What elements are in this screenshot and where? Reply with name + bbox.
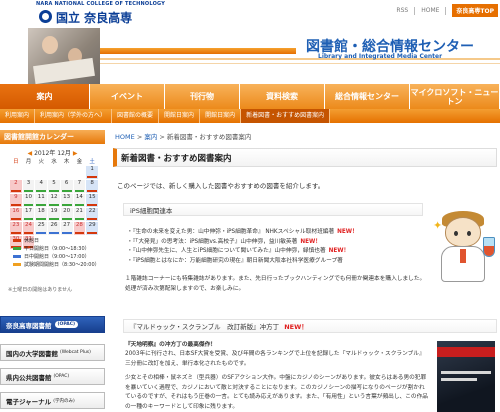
calendar-title: 図書館開館カレンダー [0, 130, 105, 144]
calendar-day [21, 165, 36, 180]
weekday-header: 土 [85, 156, 99, 166]
calendar-day: 20 [59, 207, 74, 222]
nav-publications[interactable]: 刊行物 [165, 84, 240, 109]
calendar-day: 13 [59, 193, 74, 208]
site-title-en: Library and Integrated Media Center [318, 53, 443, 60]
calendar-day: 19 [47, 207, 61, 222]
calendar-day [47, 165, 61, 180]
subnav-overview[interactable]: 図書館の概要 [112, 109, 160, 123]
sidebar: 図書館開館カレンダー ◀ 2012年 12月 ▶ 日 月 火 水 木 金 土 1… [0, 123, 110, 412]
header-photo [28, 28, 100, 84]
header-decoration-bar [100, 48, 296, 54]
scientist-mascot-image: ✦ [431, 211, 497, 291]
calendar-note: ※土曜日の開館はありません [8, 287, 73, 293]
calendar-day: 27 [59, 221, 74, 236]
weekday-header: 日 [9, 156, 23, 166]
subnav-usage[interactable]: 利用案内 [0, 109, 36, 123]
calendar-day: 24 [21, 221, 36, 236]
global-nav: 案内 イベント 刊行物 資料検索 総合情報センター マイクロソフト・ニュートン [0, 84, 500, 109]
weekday-header: 火 [34, 156, 49, 166]
article-paragraph-2: 少女とその相棒・鼠ネズミ（型兵器）のSFアクション大作。中盤にカジノのシーンがあ… [125, 375, 428, 410]
calendar-day: 3 [21, 179, 36, 194]
calendar-day [72, 165, 87, 180]
list-item[interactable]: ・『iPS細胞とはなにか：万能細胞研究の現在』朝日新聞大阪本社科学医療グループ著 [127, 257, 358, 267]
main-content: HOME > 案内 > 新着図書・おすすめ図書案内 新着図書・おすすめ図書案内 … [113, 123, 500, 412]
weekday-header: 木 [59, 156, 74, 166]
calendar-day [9, 165, 23, 180]
subnav-opening-days[interactable]: 開館日案内 [159, 109, 201, 123]
page-title: 新着図書・おすすめ図書案内 [121, 153, 232, 164]
nav-events[interactable]: イベント [90, 84, 165, 109]
calendar-legend: 休館日 平日開館日（9:00〜18:30） 日中開館日（9:00〜17:00） … [13, 236, 105, 268]
calendar-day: 23 [9, 221, 23, 236]
book-list: ・『生命の未来を変えた男：山中伸弥・iPS細胞革命』 NHKスペシャル取材班編著… [127, 228, 358, 266]
legend-item: 試験期間開館日（8:30〜20:00） [13, 260, 105, 268]
legend-item: 日中開館日（9:00〜17:00） [13, 252, 105, 260]
calendar-day: 21 [72, 207, 87, 222]
calendar-day: 7 [72, 179, 87, 194]
home-link[interactable]: HOME [421, 7, 439, 14]
calendar-day [59, 165, 74, 180]
breadcrumb: HOME > 案内 > 新着図書・おすすめ図書案内 [115, 133, 252, 141]
breadcrumb-guide[interactable]: 案内 [144, 133, 157, 141]
list-item[interactable]: ・『生命の未来を変えた男：山中伸弥・iPS細胞革命』 NHKスペシャル取材班編著… [127, 228, 358, 238]
page-title-box: 新着図書・おすすめ図書案内 [113, 148, 497, 167]
weekday-header: 金 [72, 156, 87, 166]
list-item[interactable]: ・『「大発見」の思考法：iPS細胞vs.高校子』山中伸弥，益川敏英著 NEW！ [127, 238, 358, 248]
calendar-day: 2 [9, 179, 23, 194]
top-links: RSS HOME 奈良高専TOP [396, 4, 498, 17]
public-libraries-link[interactable]: 県内公共図書館 (OPAC) [0, 368, 105, 385]
calendar-day: 25 [34, 221, 49, 236]
college-logo-icon[interactable] [39, 10, 52, 23]
calendar-day: 29 [85, 221, 99, 236]
nav-information-center[interactable]: 総合情報センター [325, 84, 410, 109]
calendar-day: 17 [21, 207, 36, 222]
sub-nav: 利用案内 利用案内（学外の方へ） 図書館の概要 開館日案内 開館日案内 新着図書… [0, 109, 500, 123]
breadcrumb-current: 新着図書・おすすめ図書案内 [166, 133, 252, 141]
calendar-day: 9 [9, 193, 23, 208]
subnav-new-books[interactable]: 新着図書・おすすめ図書案内 [241, 109, 331, 123]
calendar-day: 14 [72, 193, 87, 208]
site-header: NARA NATIONAL COLLEGE OF TECHNOLOGY 国立 奈… [0, 0, 500, 84]
calendar-day: 18 [34, 207, 49, 222]
weekday-header: 水 [47, 156, 61, 166]
article-title: 『マルドゥック・スクランブル 改訂新版』冲方丁 NEW！ [123, 319, 497, 333]
calendar-day [34, 165, 49, 180]
calendar-day: 26 [47, 221, 61, 236]
list-item[interactable]: ・『山中伸弥先生に、人生とiPS細胞について聞いてみた』山中伸弥，緑慎也著 NEW… [127, 247, 358, 257]
e-journal-link[interactable]: 電子ジャーナル (学内のみ) [0, 392, 105, 409]
legend-item: 休館日 [13, 236, 105, 244]
section-ips-description: １階雑誌コーナーにも特集雑誌があります。また、先日行ったブックハンティングでも何… [125, 276, 426, 292]
legend-item: 平日開館日（9:00〜18:30） [13, 244, 105, 252]
calendar-day: 22 [85, 207, 99, 222]
calendar-day: 1 [85, 165, 99, 180]
calendar-day: 16 [9, 207, 23, 222]
nav-microsoft-newton[interactable]: マイクロソフト・ニュートン [410, 84, 500, 109]
calendar-day: 8 [85, 179, 99, 194]
breadcrumb-home[interactable]: HOME [115, 133, 135, 141]
calendar-day: 15 [85, 193, 99, 208]
college-top-link[interactable]: 奈良高専TOP [452, 4, 498, 17]
calendar-day: 4 [34, 179, 49, 194]
rss-link[interactable]: RSS [396, 7, 408, 14]
section-ips-header: iPS細胞関連本 [123, 203, 423, 216]
weekday-header: 月 [21, 156, 36, 166]
book-cover-image [437, 341, 495, 412]
calendar-day: 28 [72, 221, 87, 236]
calendar-day: 10 [21, 193, 36, 208]
calendar-day: 11 [34, 193, 49, 208]
library-opac-link[interactable]: 奈良高専図書館 (OPAC) [0, 316, 105, 333]
nav-resource-search[interactable]: 資料検索 [240, 84, 325, 109]
intro-text: このページでは、新しく購入した図書やおすすめの図書を紹介します。 [117, 182, 325, 190]
article-paragraph-1: 2003年に刊行され、日本SF大賞を受賞、及び年間の各ランキングで上位を記録した… [125, 351, 425, 367]
calendar-day: 5 [47, 179, 61, 194]
subnav-usage-external[interactable]: 利用案内（学外の方へ） [35, 109, 113, 123]
logo-title[interactable]: 国立 奈良高専 [56, 9, 132, 26]
logo-subtitle: NARA NATIONAL COLLEGE OF TECHNOLOGY [36, 1, 166, 7]
calendar-day: 6 [59, 179, 74, 194]
university-libraries-link[interactable]: 国内の大学図書館 (Webcat Plus) [0, 344, 105, 361]
subnav-opening-days-2[interactable]: 開館日案内 [200, 109, 242, 123]
nav-guide[interactable]: 案内 [0, 84, 90, 109]
calendar-day: 12 [47, 193, 61, 208]
